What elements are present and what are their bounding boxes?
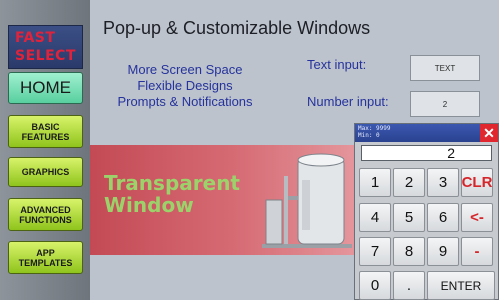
number-input-field[interactable]: 2 (410, 91, 480, 117)
banner-line-1: Transparent (104, 171, 240, 195)
banner-line-2: Window (104, 193, 194, 217)
keypad-limits: Max: 9999 Min: 0 (358, 125, 391, 139)
basic-features-button[interactable]: BASIC FEATURES (8, 115, 83, 148)
key-2[interactable]: 2 (393, 168, 425, 197)
app-templates-button[interactable]: APP TEMPLATES (8, 241, 83, 274)
text-input-label: Text input: (307, 57, 367, 72)
enter-button[interactable]: ENTER (427, 271, 495, 300)
key-7[interactable]: 7 (359, 237, 391, 266)
feature-item: More Screen Space (127, 62, 243, 77)
feature-item: Prompts & Notifications (117, 94, 253, 109)
key-4[interactable]: 4 (359, 203, 391, 232)
fast-select-logo: FAST SELECT (8, 25, 83, 69)
logo-line-2: SELECT (15, 48, 76, 64)
text-input-field[interactable]: TEXT (410, 55, 480, 81)
numeric-keypad-popup: Max: 9999 Min: 0 ✕ 2 1 2 3 CLR 4 5 6 <- … (354, 123, 499, 300)
keypad-header: Max: 9999 Min: 0 ✕ (355, 124, 498, 142)
key-3[interactable]: 3 (427, 168, 459, 197)
tank-illustration (262, 153, 352, 248)
clear-button[interactable]: CLR (461, 168, 493, 197)
close-icon[interactable]: ✕ (480, 124, 498, 142)
key-6[interactable]: 6 (427, 203, 459, 232)
advanced-functions-button[interactable]: ADVANCED FUNCTIONS (8, 198, 83, 231)
home-button[interactable]: HOME (8, 72, 83, 104)
feature-item: Flexible Designs (137, 78, 233, 93)
min-label: Min: 0 (358, 132, 380, 139)
key-8[interactable]: 8 (393, 237, 425, 266)
max-label: Max: 9999 (358, 125, 391, 132)
logo-line-1: FAST (15, 30, 56, 46)
key-1[interactable]: 1 (359, 168, 391, 197)
page-title: Pop-up & Customizable Windows (103, 18, 371, 38)
decimal-key[interactable]: . (393, 271, 425, 300)
key-9[interactable]: 9 (427, 237, 459, 266)
feature-list: More Screen Space Flexible Designs Promp… (100, 62, 270, 110)
keypad-display: 2 (361, 145, 492, 161)
key-5[interactable]: 5 (393, 203, 425, 232)
banner-text: Transparent Window (104, 172, 240, 216)
minus-button[interactable]: - (461, 237, 493, 266)
backspace-button[interactable]: <- (461, 203, 493, 232)
key-0[interactable]: 0 (359, 271, 391, 300)
graphics-button[interactable]: GRAPHICS (8, 157, 83, 187)
number-input-label: Number input: (307, 94, 389, 109)
sidebar: FAST SELECT HOME BASIC FEATURES GRAPHICS… (0, 0, 90, 300)
